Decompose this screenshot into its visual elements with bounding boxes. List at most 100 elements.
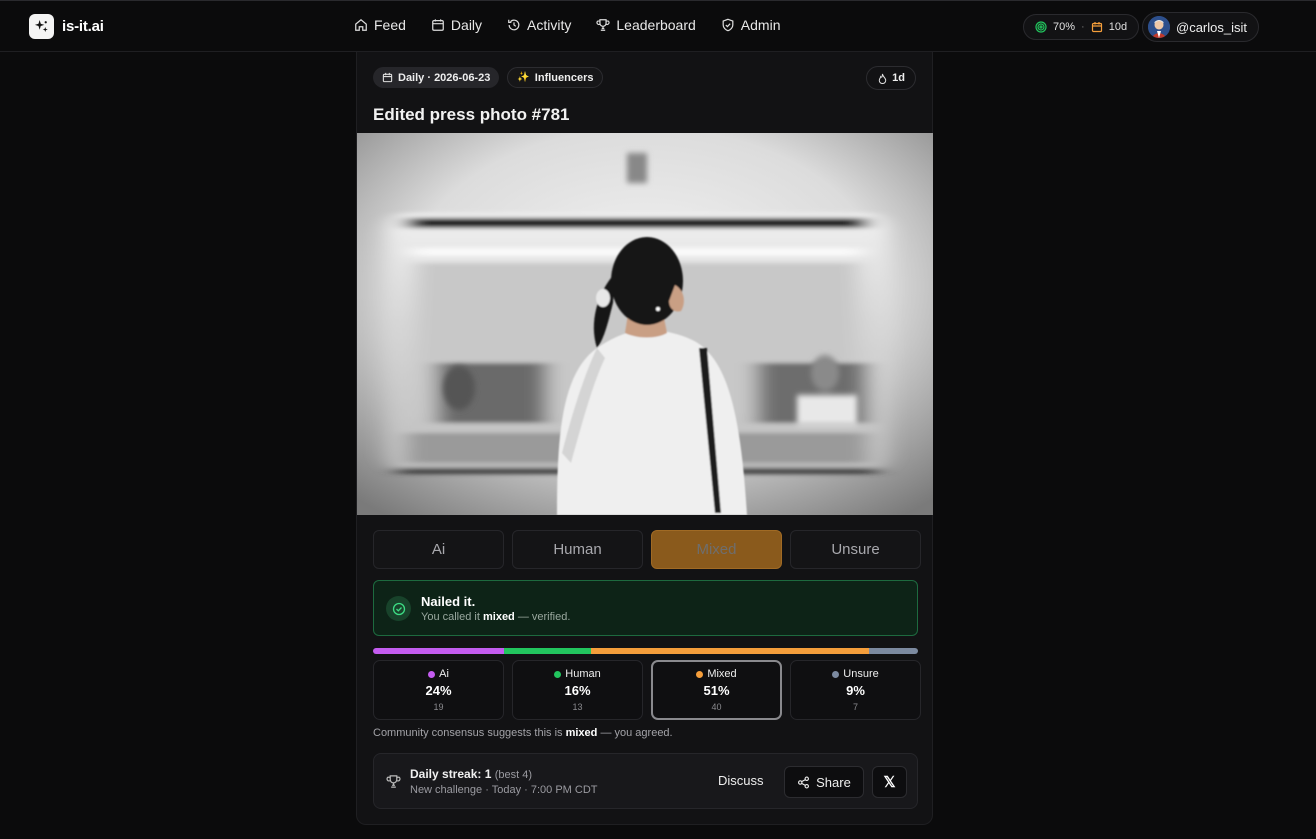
nav-item-label: Daily xyxy=(450,17,483,33)
nav-item-label: Feed xyxy=(374,17,406,33)
legend-dot-icon xyxy=(832,670,840,678)
discuss-button[interactable]: Discuss xyxy=(718,773,764,788)
share-x-button[interactable]: 𝕏 xyxy=(872,766,907,798)
calendar-icon xyxy=(1091,22,1102,33)
stat-box-unsure: Unsure 9% 7 xyxy=(790,660,921,720)
stat-box-mixed: Mixed 51% 40 xyxy=(651,660,782,720)
daily-date-label: Daily · 2026-06-23 xyxy=(398,71,491,84)
vote-distribution-bar xyxy=(373,648,918,654)
consensus-text: Community consensus suggests this is mix… xyxy=(373,727,673,739)
accuracy-value: 70% xyxy=(1053,21,1076,33)
stat-box-human: Human 16% 13 xyxy=(512,660,643,720)
vote-mixed-button[interactable]: Mixed xyxy=(651,530,782,569)
nav-item-label: Leaderboard xyxy=(616,17,696,33)
category-tag[interactable]: ✨ Influencers xyxy=(507,67,604,88)
stat-label: Ai xyxy=(374,668,503,680)
trophy-icon xyxy=(386,775,401,788)
daily-date-tag[interactable]: Daily · 2026-06-23 xyxy=(373,67,500,88)
legend-dot-icon xyxy=(428,670,436,678)
brand-name: is-it.ai xyxy=(62,18,104,35)
stat-count: 13 xyxy=(572,702,583,712)
stat-percent: 16% xyxy=(564,683,591,698)
shield-icon xyxy=(722,18,734,32)
streak-days-value: 10d xyxy=(1108,21,1128,33)
stat-count: 40 xyxy=(711,702,722,712)
vote-unsure-button[interactable]: Unsure xyxy=(790,530,921,569)
vote-options: Ai Human Mixed Unsure xyxy=(373,530,921,569)
sparkles-icon: ✨ xyxy=(517,72,530,83)
share-button[interactable]: Share xyxy=(784,766,864,798)
share-icon xyxy=(798,776,810,788)
legend-dot-icon xyxy=(696,670,704,678)
stat-count: 19 xyxy=(433,702,444,712)
stat-percent: 24% xyxy=(425,683,452,698)
main-nav: Feed Daily Activity Leaderboard Admin xyxy=(354,17,780,33)
stats-separator: · xyxy=(1081,21,1085,33)
result-title: Nailed it. xyxy=(421,594,476,609)
consensus-answer: mixed xyxy=(565,727,598,739)
result-banner: Nailed it. You called it mixed — verifie… xyxy=(373,580,918,636)
subway-photo-image xyxy=(357,133,933,515)
flame-icon xyxy=(878,73,887,84)
calendar-icon xyxy=(382,72,393,83)
distribution-segment-unsure xyxy=(868,648,918,654)
avatar xyxy=(1148,16,1170,38)
nav-item-daily[interactable]: Daily xyxy=(431,17,482,33)
nav-item-leaderboard[interactable]: Leaderboard xyxy=(596,17,696,33)
top-bar: is-it.ai Feed Daily Activity Leaderboard… xyxy=(0,0,1316,52)
stat-box-ai: Ai 24% 19 xyxy=(373,660,504,720)
post-title: Edited press photo #781 xyxy=(373,105,570,124)
result-answer: mixed xyxy=(482,611,515,623)
history-icon xyxy=(508,19,520,31)
challenge-card: Daily · 2026-06-23 ✨ Influencers 1d Edit… xyxy=(356,52,933,825)
stat-label-text: Ai xyxy=(439,668,449,680)
consensus-suffix: — you agreed. xyxy=(600,727,673,739)
stat-percent: 51% xyxy=(703,683,730,698)
stat-label: Unsure xyxy=(791,668,920,680)
stat-label-text: Human xyxy=(565,668,601,680)
vote-distribution-stats: Ai 24% 19 Human 16% 13 Mixed 51% 40 Unsure 9% 7 xyxy=(373,660,921,720)
share-label: Share xyxy=(816,774,851,790)
username: @carlos_isit xyxy=(1176,19,1247,35)
nav-item-label: Admin xyxy=(740,17,781,33)
stat-label: Human xyxy=(513,668,642,680)
distribution-segment-ai xyxy=(373,648,504,654)
stat-percent: 9% xyxy=(846,683,865,698)
vote-ai-button[interactable]: Ai xyxy=(373,530,504,569)
consensus-prefix: Community consensus suggests this is xyxy=(373,727,563,739)
calendar-icon xyxy=(432,19,444,31)
legend-dot-icon xyxy=(554,670,562,678)
age-label: 1d xyxy=(892,72,905,84)
nav-item-activity[interactable]: Activity xyxy=(507,17,571,33)
streak-label: Daily streak: 1 xyxy=(410,767,492,781)
distribution-segment-human xyxy=(503,648,591,654)
streak-title: Daily streak: 1 (best 4) xyxy=(410,767,532,781)
streak-best: (best 4) xyxy=(494,769,533,781)
stat-count: 7 xyxy=(852,702,858,712)
sparkles-logo-icon xyxy=(29,14,54,39)
vote-human-button[interactable]: Human xyxy=(512,530,643,569)
target-icon xyxy=(1035,21,1047,33)
stat-label-text: Unsure xyxy=(843,668,879,680)
trophy-icon xyxy=(596,19,611,31)
streak-footer: Daily streak: 1 (best 4) New challenge ·… xyxy=(373,753,918,809)
nav-item-admin[interactable]: Admin xyxy=(721,17,781,33)
x-logo-icon: 𝕏 xyxy=(883,774,896,791)
next-challenge-time: New challenge · Today · 7:00 PM CDT xyxy=(410,784,598,796)
card-tags: Daily · 2026-06-23 ✨ Influencers xyxy=(373,67,604,88)
result-sub-suffix: — verified. xyxy=(517,611,571,623)
challenge-photo[interactable] xyxy=(357,133,933,515)
user-menu-button[interactable]: @carlos_isit xyxy=(1142,12,1259,42)
nav-item-label: Activity xyxy=(527,17,572,33)
home-icon xyxy=(355,18,367,31)
category-label: Influencers xyxy=(534,71,594,84)
stat-label: Mixed xyxy=(653,668,780,680)
brand-link[interactable]: is-it.ai xyxy=(29,14,104,39)
distribution-segment-mixed xyxy=(590,648,869,654)
age-badge: 1d xyxy=(866,66,916,90)
user-stats-pill[interactable]: 70% · 10d xyxy=(1023,14,1140,40)
stat-label-text: Mixed xyxy=(707,668,737,680)
result-sub-prefix: You called it xyxy=(421,611,480,623)
nav-item-feed[interactable]: Feed xyxy=(354,17,406,33)
check-circle-icon xyxy=(386,596,411,621)
